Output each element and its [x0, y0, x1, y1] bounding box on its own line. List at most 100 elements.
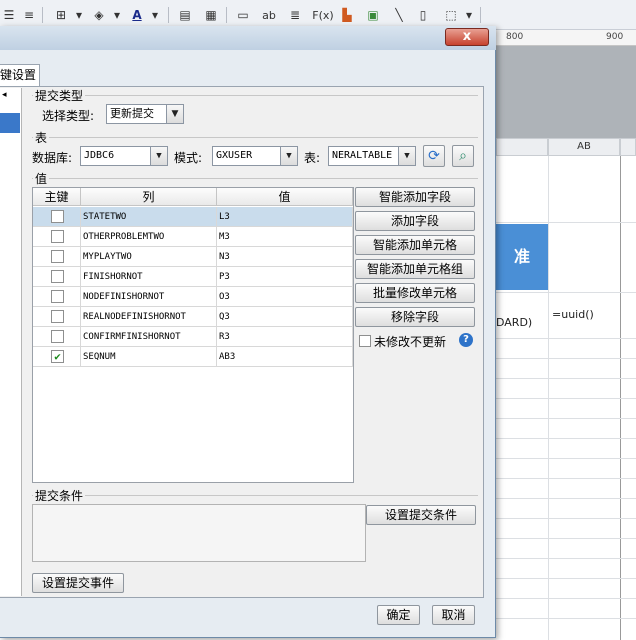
column-header-ab[interactable]: AB [548, 138, 620, 156]
update-unchanged-checkbox[interactable] [359, 335, 371, 347]
font-color-icon[interactable]: A [128, 6, 146, 24]
primary-key-checkbox[interactable] [51, 250, 64, 263]
column-cell[interactable]: STATETWO [81, 207, 217, 227]
primary-key-checkbox[interactable] [51, 230, 64, 243]
value-cell[interactable]: M3 [217, 227, 353, 247]
table-row[interactable]: REALNODEFINISHORNOT Q3 [33, 307, 353, 327]
tree-selected-item[interactable] [0, 113, 20, 133]
primary-key-checkbox[interactable] [51, 210, 64, 223]
chart-icon[interactable]: ▙ [338, 6, 356, 24]
value-cell[interactable]: R3 [217, 327, 353, 347]
dropdown-arrow-icon[interactable]: ▾ [460, 6, 478, 24]
column-cell[interactable]: MYPLAYTWO [81, 247, 217, 267]
column-cell[interactable]: SEQNUM [81, 347, 217, 367]
add-field-button[interactable]: 添加字段 [355, 211, 475, 231]
mode-label: 模式: [174, 151, 203, 165]
smart-add-cell-group-button[interactable]: 智能添加单元格组 [355, 259, 475, 279]
value-cell[interactable]: AB3 [217, 347, 353, 367]
table-row[interactable]: CONFIRMFINISHORNOT R3 [33, 327, 353, 347]
chevron-down-icon[interactable]: ▼ [280, 147, 297, 165]
merge-cells-icon[interactable]: ▤ [176, 6, 194, 24]
table-label: 表: [304, 151, 321, 165]
column-cell[interactable]: FINISHORNOT [81, 267, 217, 287]
paragraph-icon[interactable]: ≣ [286, 6, 304, 24]
value-cell[interactable]: Q3 [217, 307, 353, 327]
value-cell[interactable]: L3 [217, 207, 353, 227]
widget-icon[interactable]: ▯ [414, 6, 432, 24]
align-justify-icon[interactable]: ≡ [20, 6, 38, 24]
mode-select[interactable]: GXUSER ▼ [212, 146, 298, 166]
primary-key-checkbox[interactable] [51, 310, 64, 323]
tab-key-settings[interactable]: 键设置 [0, 64, 40, 86]
preview-table-icon[interactable]: ⌕ [452, 145, 474, 167]
grid-line [496, 598, 636, 599]
value-cell[interactable]: N3 [217, 247, 353, 267]
table-row[interactable]: ✔ SEQNUM AB3 [33, 347, 353, 367]
submit-type-legend: 提交类型 [33, 87, 86, 104]
primary-key-checkbox-checked[interactable]: ✔ [51, 350, 64, 363]
batch-edit-cell-button[interactable]: 批量修改单元格 [355, 283, 475, 303]
image-icon[interactable]: ▣ [364, 6, 382, 24]
primary-key-checkbox[interactable] [51, 290, 64, 303]
update-unchanged-label: 未修改不更新 [374, 335, 447, 349]
table-row[interactable]: FINISHORNOT P3 [33, 267, 353, 287]
tree-arrow-icon[interactable]: ◂ [2, 90, 7, 100]
column-cell[interactable]: REALNODEFINISHORNOT [81, 307, 217, 327]
frame-icon[interactable]: ⬚ [442, 6, 460, 24]
table-row[interactable]: OTHERPROBLEMTWO M3 [33, 227, 353, 247]
table-row[interactable]: NODEFINISHORNOT O3 [33, 287, 353, 307]
help-icon[interactable]: ? [459, 333, 473, 347]
ok-button[interactable]: 确定 [377, 605, 420, 625]
value-cell[interactable]: P3 [217, 267, 353, 287]
chevron-down-icon[interactable]: ▼ [398, 147, 415, 165]
dropdown-arrow-icon[interactable]: ▾ [70, 6, 88, 24]
formula-icon[interactable]: F(x) [312, 6, 334, 24]
border-icon[interactable]: ⊞ [52, 6, 70, 24]
column-header-column[interactable]: 列 [81, 188, 217, 206]
chevron-down-icon[interactable]: ▼ [150, 147, 167, 165]
align-left-icon[interactable]: ☰ [0, 6, 18, 24]
set-submit-condition-button[interactable]: 设置提交条件 [366, 505, 476, 525]
column-cell[interactable]: CONFIRMFINISHORNOT [81, 327, 217, 347]
canvas-background [496, 46, 636, 138]
spreadsheet-area[interactable] [496, 138, 636, 640]
cell-formula[interactable]: =uuid() [552, 308, 594, 321]
table-row[interactable]: STATETWO L3 [33, 207, 353, 227]
refresh-icon[interactable]: ⟳ [423, 145, 445, 167]
set-submit-event-button[interactable]: 设置提交事件 [32, 573, 124, 593]
line-icon[interactable]: ╲ [390, 6, 408, 24]
dialog-titlebar[interactable] [0, 26, 496, 50]
column-header-value[interactable]: 值 [217, 188, 353, 206]
database-label: 数据库: [32, 151, 73, 165]
cancel-button[interactable]: 取消 [432, 605, 475, 625]
close-button[interactable]: x [445, 28, 489, 46]
column-header-key[interactable]: 主键 [33, 188, 81, 206]
smart-add-cell-button[interactable]: 智能添加单元格 [355, 235, 475, 255]
column-cell[interactable]: NODEFINISHORNOT [81, 287, 217, 307]
fill-color-icon[interactable]: ◈ [90, 6, 108, 24]
dropdown-arrow-icon[interactable]: ▾ [146, 6, 164, 24]
chevron-down-icon[interactable]: ▼ [166, 105, 183, 123]
value-cell[interactable]: O3 [217, 287, 353, 307]
remove-field-button[interactable]: 移除字段 [355, 307, 475, 327]
submit-type-select[interactable]: 更新提交 ▼ [106, 104, 184, 124]
text-icon[interactable]: ab [258, 6, 280, 24]
primary-key-checkbox[interactable] [51, 330, 64, 343]
left-tree-pane[interactable] [0, 88, 22, 596]
dropdown-arrow-icon[interactable]: ▾ [108, 6, 126, 24]
table-row[interactable]: MYPLAYTWO N3 [33, 247, 353, 267]
table-select[interactable]: NERALTABLE ▼ [328, 146, 416, 166]
split-cells-icon[interactable]: ▦ [202, 6, 220, 24]
toolbar-divider [42, 7, 43, 23]
title-cell[interactable]: 准 [496, 224, 548, 290]
group-divider [32, 178, 478, 179]
cell-text[interactable]: DARD) [496, 316, 532, 329]
textbox-icon[interactable]: ▭ [234, 6, 252, 24]
primary-key-checkbox[interactable] [51, 270, 64, 283]
smart-add-field-button[interactable]: 智能添加字段 [355, 187, 475, 207]
column-cell[interactable]: OTHERPROBLEMTWO [81, 227, 217, 247]
submit-condition-area[interactable] [32, 504, 366, 562]
column-header[interactable] [496, 138, 548, 156]
column-header[interactable] [620, 138, 636, 156]
database-select[interactable]: JDBC6 ▼ [80, 146, 168, 166]
